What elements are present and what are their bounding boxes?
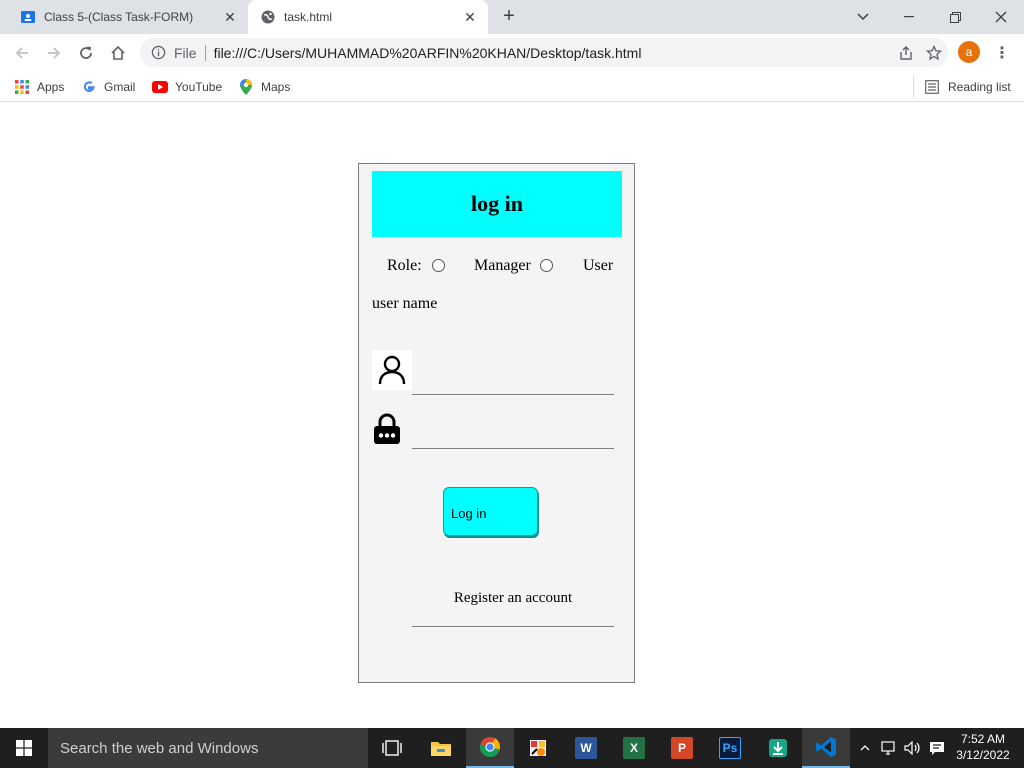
url-text[interactable]: file:///C:/Users/MUHAMMAD%20ARFIN%20KHAN…	[214, 45, 892, 61]
share-icon[interactable]	[892, 39, 920, 67]
installer-icon[interactable]	[754, 728, 802, 768]
tab-task-html[interactable]: task.html ✕	[248, 0, 488, 34]
tab-class-task-form[interactable]: Class 5-(Class Task-FORM) ✕	[8, 0, 248, 34]
omnibox-divider	[204, 44, 206, 61]
page-viewport: log in Role: Manager User user name Log …	[0, 103, 1024, 728]
bookmark-star-icon[interactable]	[920, 39, 948, 67]
photoshop-icon[interactable]: Ps	[706, 728, 754, 768]
role-selector: Role: Manager User	[387, 257, 617, 277]
bookmark-apps[interactable]: Apps	[14, 76, 64, 98]
login-form: log in Role: Manager User user name Log …	[358, 163, 635, 683]
clock-time: 7:52 AM	[960, 732, 1006, 746]
taskbar-search-placeholder: Search the web and Windows	[60, 739, 259, 757]
bookmark-label: Apps	[37, 80, 65, 94]
bookmark-gmail[interactable]: Gmail	[81, 76, 135, 98]
browser-toolbar: File file:///C:/Users/MUHAMMAD%20ARFIN%2…	[0, 34, 1024, 71]
back-arrow-icon[interactable]	[8, 39, 36, 67]
apps-grid-icon	[14, 79, 30, 95]
forward-arrow-icon[interactable]	[40, 39, 68, 67]
task-view-icon[interactable]	[368, 728, 416, 768]
info-icon[interactable]	[150, 45, 166, 61]
close-tab-icon[interactable]: ✕	[460, 7, 480, 27]
browser-tab-strip: Class 5-(Class Task-FORM) ✕ task.html ✕ …	[0, 0, 1024, 34]
security-label: File	[174, 44, 197, 61]
reading-list-icon	[924, 79, 940, 95]
register-link[interactable]: Register an account	[412, 590, 614, 607]
bookmark-maps[interactable]: Maps	[238, 76, 290, 98]
paint-icon[interactable]	[514, 728, 562, 768]
register-underline	[412, 626, 614, 627]
tab-title: Class 5-(Class Task-FORM)	[44, 10, 194, 24]
user-icon	[372, 350, 412, 390]
reading-list-label: Reading list	[948, 80, 1011, 94]
powerpoint-icon[interactable]: P	[658, 728, 706, 768]
page-title: log in	[471, 191, 523, 216]
minimize-button[interactable]	[886, 0, 932, 34]
word-icon[interactable]: W	[562, 728, 610, 768]
new-tab-button[interactable]: +	[498, 6, 520, 28]
password-input[interactable]	[412, 425, 614, 449]
role-label: Role:	[387, 257, 422, 274]
vscode-icon[interactable]	[802, 728, 850, 768]
login-button[interactable]: Log in	[443, 487, 538, 536]
login-header: log in	[372, 171, 622, 237]
restore-button[interactable]	[932, 0, 978, 34]
file-explorer-icon[interactable]	[417, 728, 465, 768]
globe-icon	[260, 9, 276, 25]
close-window-button[interactable]	[978, 0, 1024, 34]
username-input[interactable]	[412, 371, 614, 395]
show-hidden-icons[interactable]	[856, 728, 874, 768]
chrome-icon[interactable]	[466, 728, 514, 768]
bookmark-youtube[interactable]: YouTube	[152, 76, 222, 98]
reading-list-button[interactable]: Reading list	[913, 76, 1011, 98]
bookmark-label: Maps	[261, 80, 291, 94]
windows-taskbar: Search the web and Windows W X P Ps 7:52…	[0, 728, 1024, 768]
kebab-menu-icon[interactable]: ⋮	[990, 41, 1014, 65]
network-icon[interactable]	[878, 728, 900, 768]
profile-avatar[interactable]: a	[958, 41, 980, 63]
address-bar[interactable]: File file:///C:/Users/MUHAMMAD%20ARFIN%2…	[140, 38, 948, 67]
role-radio-manager[interactable]	[432, 259, 445, 272]
taskbar-clock[interactable]: 7:52 AM 3/12/2022	[946, 731, 1020, 763]
close-tab-icon[interactable]: ✕	[220, 7, 240, 27]
reload-icon[interactable]	[72, 39, 100, 67]
taskbar-search-box[interactable]: Search the web and Windows	[48, 728, 368, 768]
bookmark-label: YouTube	[175, 80, 223, 94]
maps-pin-icon	[238, 79, 254, 95]
classroom-icon	[20, 9, 36, 25]
role-radio-user[interactable]	[540, 259, 553, 272]
home-icon[interactable]	[104, 39, 132, 67]
youtube-icon	[152, 79, 168, 95]
bookmark-label: Gmail	[104, 80, 136, 94]
username-label: user name	[372, 295, 438, 312]
notification-icon[interactable]	[926, 728, 948, 768]
lock-icon	[372, 413, 402, 445]
windows-start-icon[interactable]	[0, 728, 48, 768]
role-option-user: User	[583, 257, 614, 274]
tab-title: task.html	[284, 10, 333, 24]
volume-icon[interactable]	[902, 728, 924, 768]
tab-search-icon[interactable]	[840, 0, 886, 34]
google-icon	[81, 79, 97, 95]
clock-date: 3/12/2022	[956, 748, 1010, 762]
bookmarks-bar: Apps Gmail YouTube Maps Reading list	[0, 71, 1024, 102]
excel-icon[interactable]: X	[610, 728, 658, 768]
role-option-manager: Manager	[474, 257, 531, 274]
